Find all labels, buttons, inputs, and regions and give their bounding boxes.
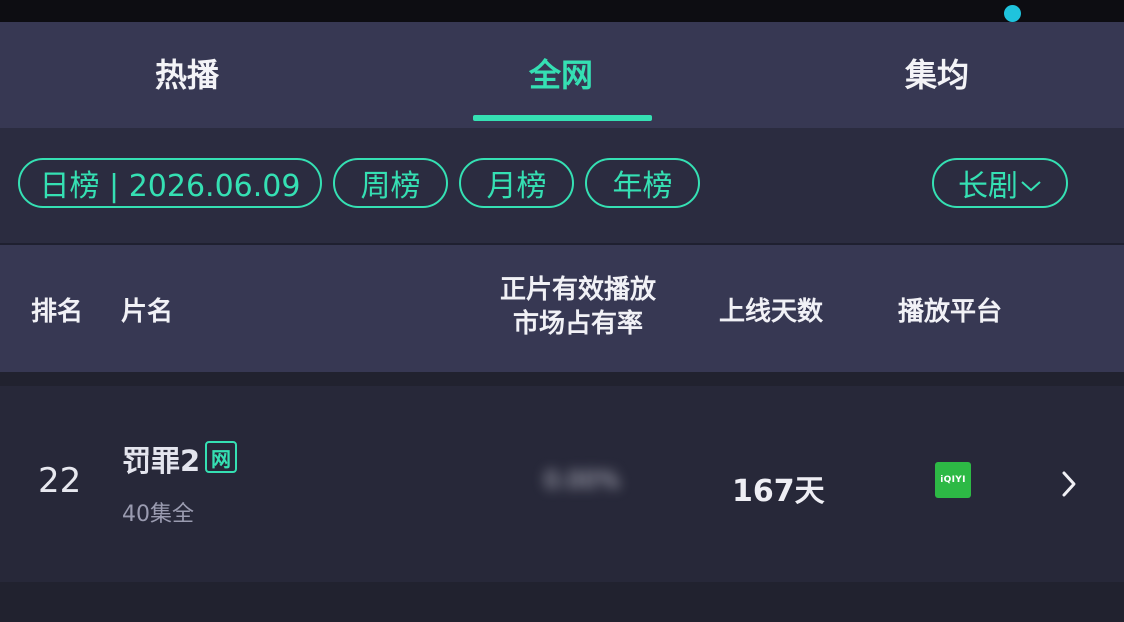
filter-yearly-button[interactable]: 年榜 (585, 158, 700, 208)
episode-count: 40集全 (122, 502, 194, 527)
category-label: 长剧 (958, 169, 1018, 204)
table-row[interactable]: 22 罚罪2 网 40集全 0.00% 167天 iQIYI (0, 386, 1124, 582)
days-online: 167天 (732, 474, 825, 509)
network-badge: 网 (205, 441, 237, 473)
filter-bar: 日榜 | 2026.06.09 周榜 月榜 年榜 长剧 (0, 128, 1124, 243)
iqiyi-logo-text: iQIYI (940, 475, 966, 485)
divider (0, 372, 1124, 386)
show-title: 罚罪2 (122, 444, 201, 478)
active-tab-indicator (473, 115, 652, 121)
filter-weekly-button[interactable]: 周榜 (333, 158, 448, 208)
notification-dot (1004, 5, 1021, 22)
tab-bar: 热播 全网 集均 (0, 22, 1124, 128)
header-platform: 播放平台 (898, 297, 1003, 327)
status-strip (0, 0, 1124, 22)
filter-monthly-button[interactable]: 月榜 (459, 158, 574, 208)
bottom-strip (0, 582, 1124, 622)
header-market-share: 正片有效播放 市场占有率 (488, 273, 668, 341)
header-rank: 排名 (31, 297, 84, 327)
header-market-share-line1: 正片有效播放 (499, 275, 656, 305)
filter-daily-button[interactable]: 日榜 | 2026.06.09 (18, 158, 322, 208)
tab-hot[interactable]: 热播 (155, 50, 219, 96)
category-dropdown[interactable]: 长剧 (932, 158, 1068, 208)
table-header: 排名 片名 正片有效播放 市场占有率 上线天数 播放平台 (0, 245, 1124, 372)
chevron-right-icon[interactable] (1061, 470, 1077, 498)
chevron-down-icon (1020, 166, 1042, 201)
header-name: 片名 (121, 297, 174, 327)
header-market-share-line2: 市场占有率 (512, 309, 643, 339)
tab-all-network[interactable]: 全网 (529, 50, 593, 96)
header-days-online: 上线天数 (719, 297, 824, 327)
rank-number: 22 (38, 461, 82, 501)
market-share-value: 0.00% (544, 466, 621, 494)
tab-per-episode[interactable]: 集均 (905, 50, 969, 96)
iqiyi-logo-icon: iQIYI (935, 462, 971, 498)
